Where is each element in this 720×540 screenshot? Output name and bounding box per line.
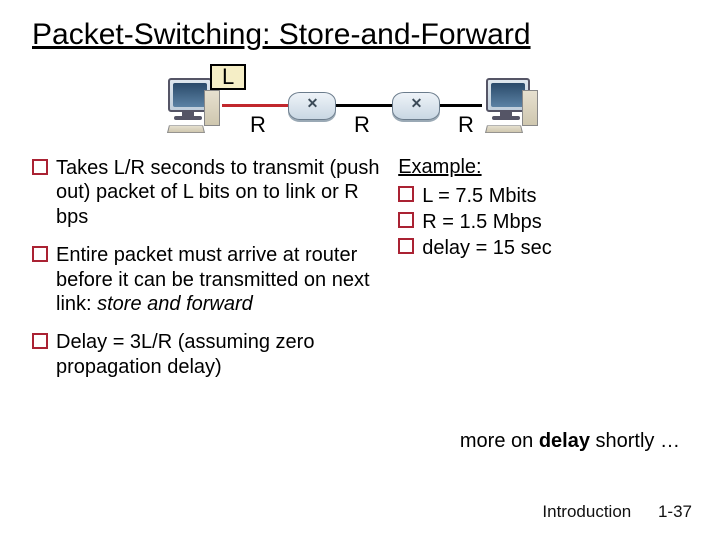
rate-label-1: R	[250, 112, 266, 138]
slide-title: Packet-Switching: Store-and-Forward	[32, 18, 688, 52]
router-1-icon: ✕	[288, 92, 336, 120]
bullet-transmit: Takes L/R seconds to transmit (push out)…	[32, 156, 386, 229]
example-L: L = 7.5 Mbits	[398, 183, 688, 209]
link-1	[222, 104, 288, 107]
more-note: more on delay shortly …	[460, 430, 680, 453]
right-column: Example: L = 7.5 Mbits R = 1.5 Mbps dela…	[398, 156, 688, 393]
rate-label-2: R	[354, 112, 370, 138]
content-columns: Takes L/R seconds to transmit (push out)…	[32, 156, 688, 393]
router-2-icon: ✕	[392, 92, 440, 120]
bullet-delay: Delay = 3L/R (assuming zero propagation …	[32, 330, 386, 379]
footer-page: 1-37	[658, 502, 692, 521]
more-c: shortly …	[590, 430, 680, 452]
footer-section: Introduction	[542, 502, 631, 521]
example-delay: delay = 15 sec	[398, 235, 688, 261]
more-a: more on	[460, 430, 539, 452]
rate-label-3: R	[458, 112, 474, 138]
packet-label: L	[210, 64, 246, 90]
footer: Introduction 1-37	[542, 502, 692, 522]
example-heading: Example:	[398, 156, 688, 179]
example-R: R = 1.5 Mbps	[398, 209, 688, 235]
link-2	[334, 104, 392, 107]
host-right-icon	[480, 78, 536, 138]
more-b: delay	[539, 430, 590, 452]
slide: Packet-Switching: Store-and-Forward L ✕ …	[0, 0, 720, 540]
left-column: Takes L/R seconds to transmit (push out)…	[32, 156, 386, 393]
link-3	[438, 104, 482, 107]
bullet-transmit-text: Takes L/R seconds to transmit (push out)…	[56, 157, 379, 228]
diagram: L ✕ ✕ R R R	[32, 60, 688, 150]
bullet-sf-text-b: store and forward	[97, 293, 253, 315]
bullet-store-forward: Entire packet must arrive at router befo…	[32, 243, 386, 316]
